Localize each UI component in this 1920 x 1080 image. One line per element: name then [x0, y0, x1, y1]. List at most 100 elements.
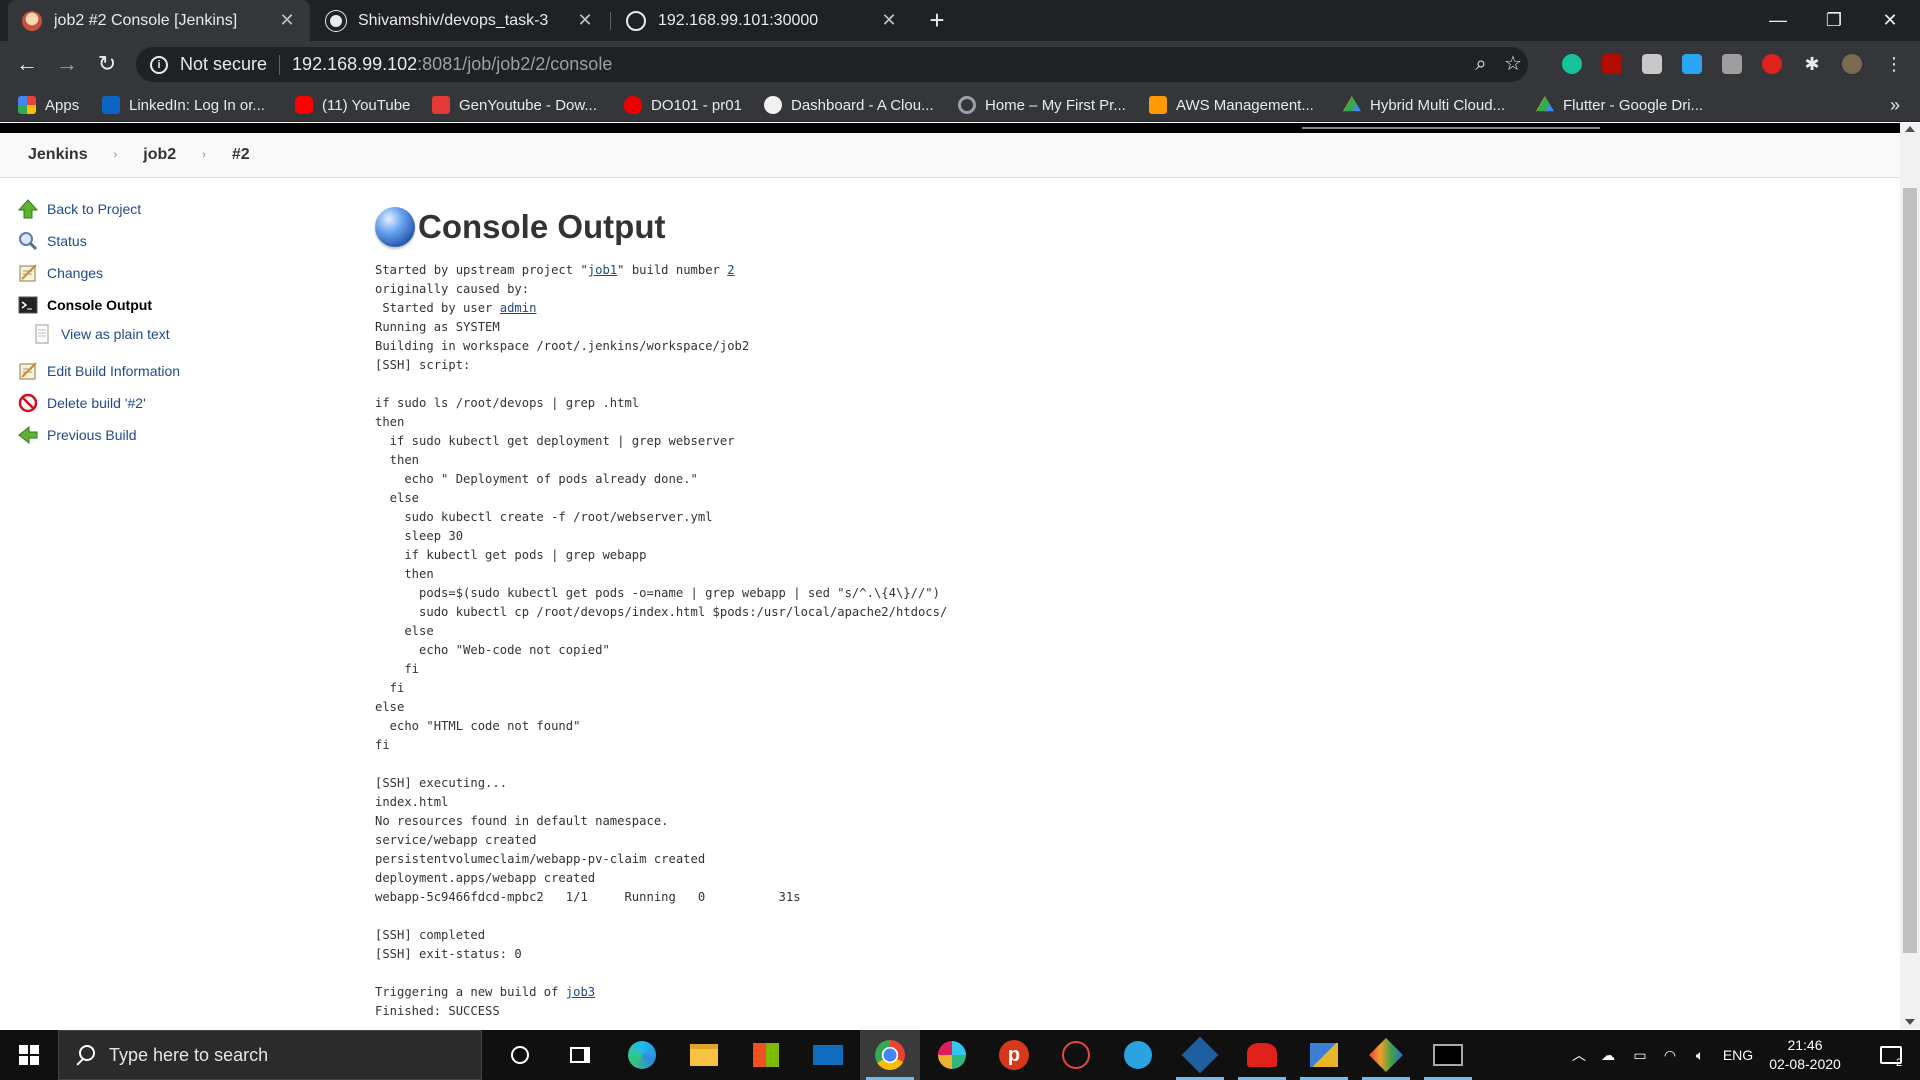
task-label[interactable]: Changes	[47, 265, 103, 281]
no-entry-icon	[18, 393, 38, 413]
volume-icon[interactable]: 🔈︎	[1686, 1030, 1714, 1080]
close-tab-icon[interactable]: ✕	[278, 10, 296, 31]
task-edit-build-information[interactable]: Edit Build Information	[18, 355, 318, 387]
mail-icon[interactable]	[798, 1030, 858, 1080]
menu-kebab-icon[interactable]: ⋮	[1884, 54, 1904, 74]
remote-network-icon[interactable]	[1294, 1030, 1354, 1080]
breadcrumb-build-2[interactable]: #2	[232, 146, 250, 164]
new-tab-button[interactable]: +	[922, 5, 952, 35]
task-status[interactable]: Status	[18, 225, 318, 257]
extensions-puzzle-icon[interactable]: ✱	[1802, 54, 1822, 74]
bookmark-apps[interactable]: Apps	[18, 88, 79, 122]
store-icon[interactable]	[736, 1030, 796, 1080]
bookmark-dashboard[interactable]: Dashboard - A Clou...	[764, 88, 934, 122]
close-window-button[interactable]: ✕	[1862, 0, 1918, 41]
postman-icon[interactable]: p	[984, 1030, 1044, 1080]
system-clock[interactable]: 21:46 02-08-2020	[1760, 1036, 1850, 1074]
breadcrumb-jenkins[interactable]: Jenkins	[28, 146, 88, 164]
bookmark-home[interactable]: Home – My First Pr...	[958, 88, 1126, 122]
grammarly-extension-icon[interactable]	[1562, 54, 1582, 74]
url-path[interactable]: :8081/job/job2/2/console	[417, 54, 612, 75]
task-label[interactable]: Console Output	[47, 297, 152, 313]
tray-overflow-icon[interactable]: ︿	[1568, 1030, 1590, 1080]
command-prompt-icon[interactable]	[1418, 1030, 1478, 1080]
task-label[interactable]: Status	[47, 233, 87, 249]
browser-toolbar: ← → ↻ i Not secure 192.168.99.102:8081/j…	[0, 41, 1920, 88]
task-changes[interactable]: Changes	[18, 257, 318, 289]
task-label[interactable]: Delete build '#2'	[47, 395, 146, 411]
network-graph-icon[interactable]	[1046, 1030, 1106, 1080]
profile-avatar[interactable]	[1842, 54, 1862, 74]
tab-title: 192.168.99.101:30000	[658, 11, 819, 29]
task-previous-build[interactable]: Previous Build	[18, 419, 318, 451]
url-host[interactable]: 192.168.99.102	[292, 54, 417, 75]
virtualbox-icon[interactable]	[1170, 1030, 1230, 1080]
minimize-button[interactable]: —	[1750, 0, 1806, 41]
build-number-link[interactable]: 2	[727, 263, 734, 277]
user-admin-link[interactable]: admin	[500, 301, 537, 315]
task-label[interactable]: Previous Build	[47, 427, 137, 443]
pdf-extension-icon[interactable]	[1602, 54, 1622, 74]
info-icon[interactable]: i	[150, 55, 168, 74]
bookmark-linkedin[interactable]: LinkedIn: Log In or...	[102, 88, 265, 122]
back-button[interactable]: ←	[12, 49, 42, 79]
task-label[interactable]: Back to Project	[47, 201, 141, 217]
file-explorer-icon[interactable]	[674, 1030, 734, 1080]
forward-button[interactable]: →	[52, 49, 82, 79]
address-bar[interactable]: i Not secure 192.168.99.102:8081/job/job…	[136, 47, 1528, 82]
wifi-icon[interactable]: ◠	[1656, 1030, 1684, 1080]
bookmark-flutter[interactable]: Flutter - Google Dri...	[1536, 88, 1703, 122]
slack-icon[interactable]	[922, 1030, 982, 1080]
hand-extension-icon[interactable]	[1762, 54, 1782, 74]
security-status[interactable]: Not secure	[180, 54, 267, 75]
language-indicator[interactable]: ENG	[1716, 1030, 1760, 1080]
bookmark-do101[interactable]: DO101 - pr01	[624, 88, 742, 122]
task-label[interactable]: Edit Build Information	[47, 363, 180, 379]
puzzle-app-extension-icon[interactable]	[1722, 54, 1742, 74]
bookmark-hybrid-multi-cloud[interactable]: Hybrid Multi Cloud...	[1343, 88, 1505, 122]
battery-icon[interactable]: ▭	[1626, 1030, 1654, 1080]
tab-webapp[interactable]: 192.168.99.101:30000 ✕	[612, 0, 912, 41]
bookmark-label: GenYoutube - Dow...	[459, 96, 597, 114]
chrome-icon[interactable]	[860, 1030, 920, 1080]
telegram-icon[interactable]	[1108, 1030, 1168, 1080]
task-view-icon[interactable]	[550, 1030, 610, 1080]
close-tab-icon[interactable]: ✕	[576, 10, 594, 31]
taskbar-search[interactable]: Type here to search	[58, 1030, 482, 1080]
task-label[interactable]: View as plain text	[61, 326, 170, 342]
bookmark-star-icon[interactable]: ☆	[1498, 47, 1528, 82]
task-console-output[interactable]: Console Output	[18, 289, 318, 321]
bookmark-aws[interactable]: AWS Management...	[1149, 88, 1314, 122]
scroll-down-icon[interactable]	[1905, 1019, 1915, 1025]
bookmarks-overflow-icon[interactable]: »	[1890, 88, 1900, 122]
task-back-to-project[interactable]: Back to Project	[18, 193, 318, 225]
notepad-icon	[18, 263, 38, 283]
restore-button[interactable]: ❐	[1806, 0, 1862, 41]
redhat-terminal-icon[interactable]	[1232, 1030, 1292, 1080]
onedrive-icon[interactable]: ☁	[1594, 1030, 1622, 1080]
reload-button[interactable]: ↻	[92, 49, 122, 79]
bookmark-youtube[interactable]: (11) YouTube	[295, 88, 410, 122]
tab-jenkins-console[interactable]: job2 #2 Console [Jenkins] ✕	[8, 0, 310, 41]
cube-extension-icon[interactable]	[1642, 54, 1662, 74]
bookmark-genyoutube[interactable]: GenYoutube - Dow...	[432, 88, 597, 122]
screen-capture-extension-icon[interactable]	[1682, 54, 1702, 74]
page-scrollbar[interactable]	[1900, 123, 1920, 1029]
scrollbar-thumb[interactable]	[1903, 188, 1917, 953]
cortana-icon[interactable]	[490, 1030, 550, 1080]
tab-github-repo[interactable]: Shivamshiv/devops_task-3 ✕	[312, 0, 608, 41]
git-icon[interactable]	[1356, 1030, 1416, 1080]
upstream-job-link[interactable]: job1	[588, 263, 617, 277]
zoom-icon[interactable]: ⌕	[1466, 47, 1496, 82]
task-view-plain-text[interactable]: View as plain text	[18, 321, 318, 347]
start-button[interactable]	[0, 1030, 58, 1080]
action-center-button[interactable]: 2	[1866, 1030, 1916, 1080]
breadcrumb-job2[interactable]: job2	[143, 146, 176, 164]
close-tab-icon[interactable]: ✕	[880, 10, 898, 31]
bookmark-label: Dashboard - A Clou...	[791, 96, 934, 114]
edge-icon[interactable]	[612, 1030, 672, 1080]
redhat-icon	[624, 96, 642, 114]
downstream-job-link[interactable]: job3	[566, 985, 595, 999]
scroll-up-icon[interactable]	[1905, 126, 1915, 132]
task-delete-build[interactable]: Delete build '#2'	[18, 387, 318, 419]
